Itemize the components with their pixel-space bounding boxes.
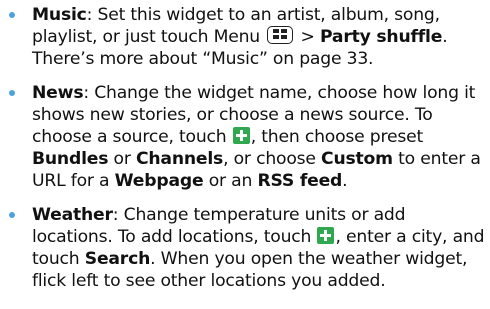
rss-feed-label: RSS feed <box>257 171 343 191</box>
list-item-news: News: Change the widget name, choose how… <box>0 82 490 192</box>
bullet-icon <box>9 12 15 18</box>
green-plus-icon <box>317 226 335 244</box>
search-label: Search <box>84 249 151 269</box>
manual-page: Music: Set this widget to an artist, alb… <box>0 4 490 309</box>
widget-settings-list: Music: Set this widget to an artist, alb… <box>0 4 490 292</box>
list-item-music: Music: Set this widget to an artist, alb… <box>0 4 490 70</box>
channels-label: Channels <box>135 149 224 169</box>
party-shuffle-label: Party shuffle <box>319 27 443 47</box>
bullet-icon <box>9 90 15 96</box>
term-weather: Weather <box>32 205 113 225</box>
webpage-label: Webpage <box>114 171 204 191</box>
list-item-weather: Weather: Change temperature units or add… <box>0 204 490 292</box>
bundles-label: Bundles <box>32 149 109 169</box>
menu-key-icon <box>267 26 294 44</box>
custom-label: Custom <box>321 149 393 169</box>
green-plus-icon <box>232 126 250 144</box>
term-news: News <box>32 83 84 103</box>
term-music: Music <box>32 5 87 25</box>
bullet-icon <box>9 212 15 218</box>
